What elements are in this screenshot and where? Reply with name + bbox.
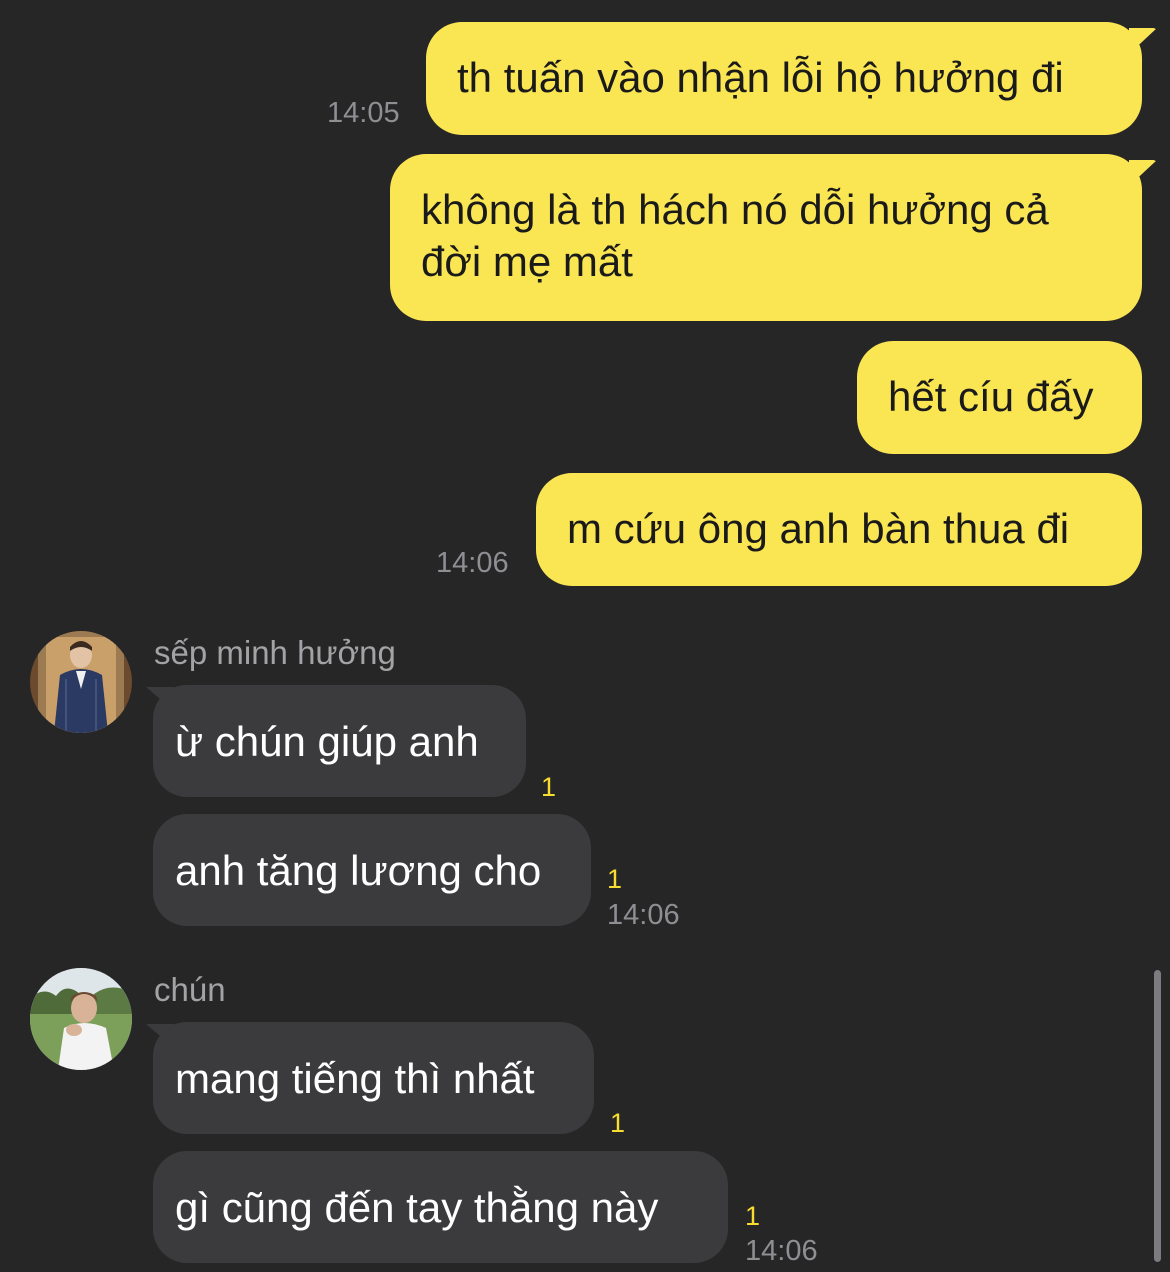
outgoing-bubble[interactable]: m cứu ông anh bàn thua đi: [536, 473, 1142, 586]
bubble-tail: [1129, 160, 1157, 186]
outgoing-bubble[interactable]: th tuấn vào nhận lỗi hộ hưởng đi: [426, 22, 1142, 135]
scrollbar[interactable]: [1154, 970, 1161, 1262]
chat-view[interactable]: 14:05 th tuấn vào nhận lỗi hộ hưởng đi k…: [0, 0, 1170, 1272]
incoming-bubble[interactable]: ừ chún giúp anh: [153, 685, 526, 797]
incoming-bubble[interactable]: anh tăng lương cho: [153, 814, 591, 926]
outgoing-bubble[interactable]: hết cíu đấy: [857, 341, 1142, 454]
profile-photo-outdoors-icon[interactable]: [30, 968, 132, 1070]
bubble-tail: [1129, 28, 1157, 54]
unread-count: 1: [610, 1108, 626, 1138]
incoming-bubble[interactable]: gì cũng đến tay thằng này: [153, 1151, 728, 1263]
message-time: 14:05: [327, 97, 400, 129]
sender-name[interactable]: sếp minh hưởng: [154, 633, 396, 673]
unread-count: 1: [607, 864, 623, 894]
message-time: 14:06: [607, 899, 680, 931]
outgoing-bubble[interactable]: không là th hách nó dỗi hưởng cả đời mẹ …: [390, 154, 1142, 321]
unread-count: 1: [541, 772, 557, 802]
incoming-bubble[interactable]: mang tiếng thì nhất: [153, 1022, 594, 1134]
message-time: 14:06: [745, 1235, 818, 1267]
sender-name[interactable]: chún: [154, 970, 226, 1010]
profile-photo-man-in-suit-icon[interactable]: [30, 631, 132, 733]
unread-count: 1: [745, 1201, 761, 1231]
message-time: 14:06: [436, 547, 509, 579]
